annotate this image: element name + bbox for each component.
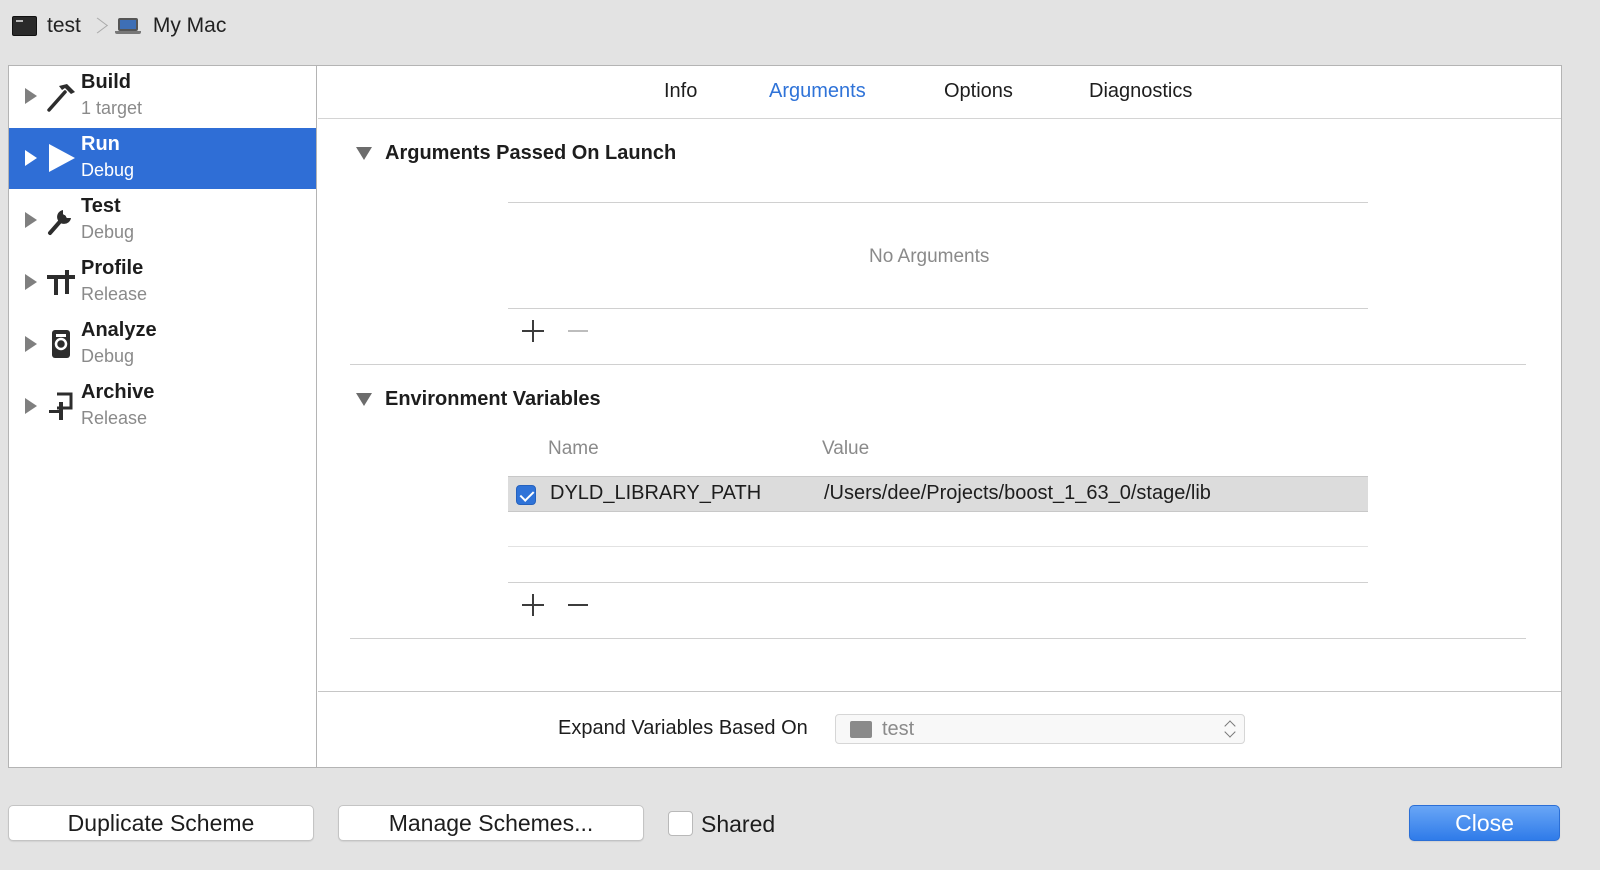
action-name: Build bbox=[81, 71, 131, 93]
up-down-arrows-icon bbox=[1224, 718, 1236, 740]
env-var-name[interactable]: DYLD_LIBRARY_PATH bbox=[550, 482, 761, 505]
section-divider bbox=[350, 364, 1526, 365]
expand-variables-label: Expand Variables Based On bbox=[558, 717, 808, 739]
action-name: Run bbox=[81, 133, 120, 155]
shared-label[interactable]: Shared bbox=[701, 811, 775, 838]
popup-selected-value: test bbox=[882, 718, 915, 740]
collapse-triangle-icon[interactable] bbox=[356, 393, 372, 406]
env-var-value[interactable]: /Users/dee/Projects/boost_1_63_0/stage/l… bbox=[824, 482, 1211, 505]
table-row[interactable]: DYLD_LIBRARY_PATH /Users/dee/Projects/bo… bbox=[508, 476, 1368, 512]
sidebar-item-test[interactable]: Test Debug bbox=[9, 190, 316, 251]
divider bbox=[508, 582, 1368, 583]
wrench-icon bbox=[48, 210, 71, 235]
divider bbox=[508, 202, 1368, 203]
action-config: Release bbox=[81, 284, 148, 304]
manage-schemes-button[interactable]: Manage Schemes... bbox=[338, 805, 644, 841]
scheme-editor-panel: Build 1 target Run Debug Test Debug Prof… bbox=[8, 65, 1562, 768]
add-env-var-button[interactable] bbox=[522, 594, 544, 616]
tab-diagnostics[interactable]: Diagnostics bbox=[1089, 80, 1192, 103]
add-argument-button[interactable] bbox=[522, 320, 544, 342]
action-config: Release bbox=[81, 408, 148, 428]
row-divider bbox=[508, 546, 1368, 547]
close-button[interactable]: Close bbox=[1409, 805, 1560, 841]
analyze-icon bbox=[52, 330, 70, 358]
tab-bar: Info Arguments Options Diagnostics bbox=[318, 66, 1561, 119]
caliper-icon bbox=[47, 270, 75, 295]
section-divider bbox=[350, 638, 1526, 639]
sidebar-item-archive[interactable]: Archive Release bbox=[9, 376, 316, 437]
action-config: Debug bbox=[81, 346, 135, 366]
expand-variables-popup[interactable]: test bbox=[835, 714, 1245, 744]
disclosure-triangle-icon[interactable] bbox=[25, 398, 37, 414]
breadcrumb-destination[interactable]: My Mac bbox=[153, 14, 227, 38]
column-header-name[interactable]: Name bbox=[548, 438, 599, 460]
arguments-section-title: Arguments Passed On Launch bbox=[385, 142, 677, 164]
terminal-icon bbox=[850, 721, 872, 738]
duplicate-scheme-button[interactable]: Duplicate Scheme bbox=[8, 805, 314, 841]
sidebar-item-profile[interactable]: Profile Release bbox=[9, 252, 316, 313]
remove-argument-button[interactable] bbox=[568, 320, 590, 342]
disclosure-triangle-icon[interactable] bbox=[25, 212, 37, 228]
disclosure-triangle-icon[interactable] bbox=[25, 336, 37, 352]
env-enabled-checkbox[interactable] bbox=[516, 485, 536, 505]
action-name: Profile bbox=[81, 257, 144, 279]
disclosure-triangle-icon[interactable] bbox=[25, 150, 37, 166]
action-name: Test bbox=[81, 195, 121, 217]
shared-checkbox[interactable] bbox=[668, 811, 693, 836]
sidebar-item-run[interactable]: Run Debug bbox=[9, 128, 316, 189]
expand-variables-area: Expand Variables Based On test bbox=[318, 691, 1561, 767]
remove-env-var-button[interactable] bbox=[568, 594, 590, 616]
archive-icon bbox=[49, 392, 73, 420]
terminal-icon bbox=[12, 16, 37, 36]
breadcrumb-scheme[interactable]: test bbox=[47, 14, 81, 38]
disclosure-triangle-icon[interactable] bbox=[25, 88, 37, 104]
action-name: Archive bbox=[81, 381, 155, 403]
tab-arguments[interactable]: Arguments bbox=[769, 80, 866, 103]
divider bbox=[508, 308, 1368, 309]
action-name: Analyze bbox=[81, 319, 157, 341]
collapse-triangle-icon[interactable] bbox=[356, 147, 372, 160]
disclosure-triangle-icon[interactable] bbox=[25, 274, 37, 290]
action-config: Debug bbox=[81, 222, 135, 242]
env-section-title: Environment Variables bbox=[385, 388, 601, 410]
chevron-right-icon bbox=[93, 14, 101, 38]
hammer-icon bbox=[47, 84, 75, 112]
action-config: 1 target bbox=[81, 98, 143, 118]
sidebar-item-analyze[interactable]: Analyze Debug bbox=[9, 314, 316, 375]
tab-options[interactable]: Options bbox=[944, 80, 1013, 103]
sidebar-item-build[interactable]: Build 1 target bbox=[9, 66, 316, 127]
run-action-content: Info Arguments Options Diagnostics Argum… bbox=[318, 66, 1561, 767]
play-icon bbox=[49, 144, 75, 172]
tab-info[interactable]: Info bbox=[664, 80, 697, 103]
no-arguments-label: No Arguments bbox=[869, 246, 990, 267]
scheme-actions-sidebar: Build 1 target Run Debug Test Debug Prof… bbox=[9, 66, 317, 767]
action-config: Debug bbox=[81, 160, 135, 180]
scheme-breadcrumb: test My Mac bbox=[0, 0, 1600, 52]
column-header-value[interactable]: Value bbox=[822, 438, 869, 460]
laptop-icon bbox=[114, 16, 141, 36]
